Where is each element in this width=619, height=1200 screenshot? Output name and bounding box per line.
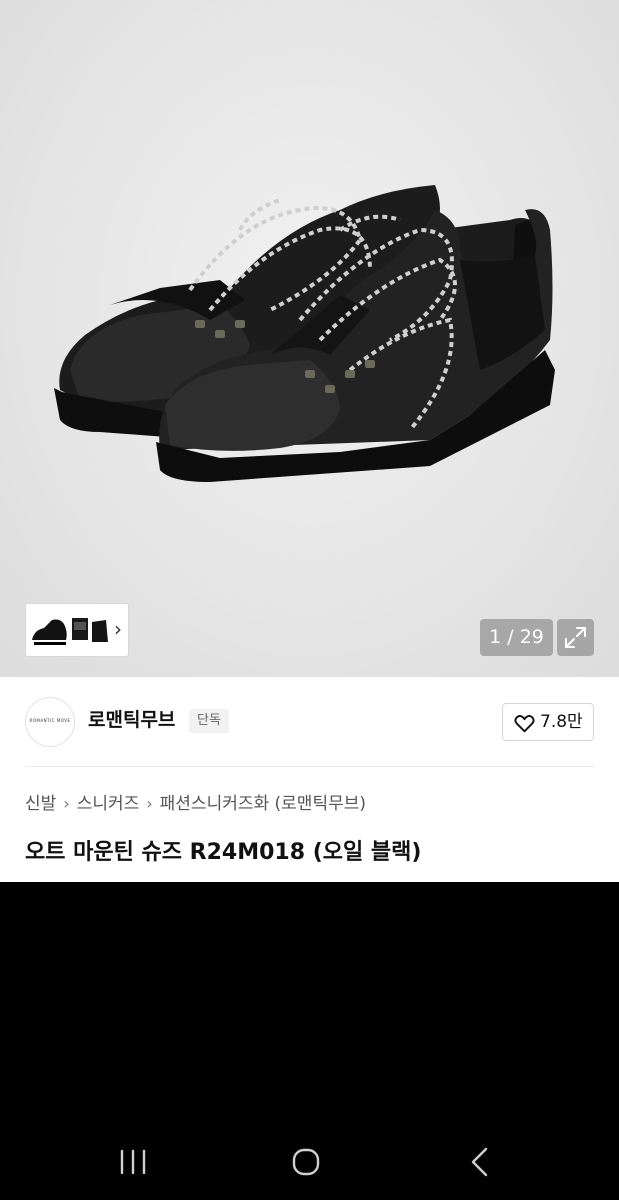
product-info-panel: ROMANTIC MOVE 로맨틱무브 단독 7.8만 신발 › 스니커즈 › 패션스니… (0, 677, 619, 882)
brand-logo[interactable]: ROMANTIC MOVE (25, 697, 75, 747)
like-count: 7.8만 (540, 712, 583, 732)
back-button[interactable] (460, 1142, 500, 1182)
home-button[interactable] (286, 1142, 326, 1182)
product-image-gallery[interactable]: › 1 / 29 (0, 0, 619, 677)
product-title: 오트 마운틴 슈즈 R24M018 (오일 블랙) (25, 840, 422, 865)
like-button[interactable]: 7.8만 (502, 703, 594, 741)
breadcrumb-item-sneakers[interactable]: 스니커즈 (77, 794, 140, 814)
brand-logo-text: ROMANTIC MOVE (29, 718, 71, 723)
chevron-right-icon: › (63, 794, 70, 813)
product-image (54, 185, 555, 482)
breadcrumb-item-fashion-sneakers[interactable]: 패션스니커즈화 (로맨틱무브) (160, 794, 366, 814)
home-icon (292, 1148, 320, 1176)
expand-icon (565, 627, 586, 648)
recents-icon (120, 1149, 146, 1175)
brand-name[interactable]: 로맨틱무브 (88, 708, 175, 732)
breadcrumb-item-shoes[interactable]: 신발 (25, 794, 56, 814)
thumbnail-strip[interactable]: › (25, 603, 129, 657)
heart-icon (514, 715, 535, 733)
expand-button[interactable] (557, 619, 594, 656)
chevron-right-icon[interactable]: › (114, 618, 122, 640)
breadcrumb: 신발 › 스니커즈 › 패션스니커즈화 (로맨틱무브) (25, 793, 366, 815)
thumbnail-image (32, 618, 108, 645)
recents-button[interactable] (113, 1142, 153, 1182)
image-page-counter: 1 / 29 (480, 619, 553, 656)
system-navigation-bar (0, 1120, 619, 1200)
back-icon (471, 1147, 488, 1177)
chevron-right-icon: › (146, 794, 153, 813)
divider (25, 766, 594, 767)
exclusive-badge: 단독 (189, 709, 229, 733)
